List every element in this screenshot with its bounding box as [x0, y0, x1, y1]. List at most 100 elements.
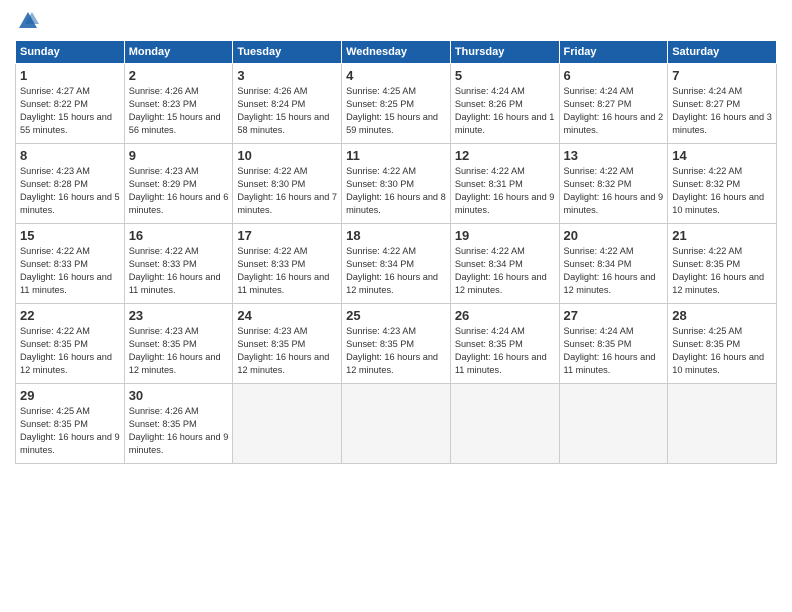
sunset-label: Sunset: 8:35 PM: [346, 339, 414, 349]
calendar-cell: 24Sunrise: 4:23 AMSunset: 8:35 PMDayligh…: [233, 304, 342, 384]
daylight-label: Daylight: 16 hours and 11 minutes.: [237, 272, 329, 295]
daylight-label: Daylight: 16 hours and 11 minutes.: [20, 272, 112, 295]
cell-info: Sunrise: 4:25 AMSunset: 8:35 PMDaylight:…: [672, 325, 772, 377]
sunrise-label: Sunrise: 4:24 AM: [455, 326, 525, 336]
sunrise-label: Sunrise: 4:25 AM: [346, 86, 416, 96]
daylight-label: Daylight: 16 hours and 1 minute.: [455, 112, 555, 135]
cell-info: Sunrise: 4:22 AMSunset: 8:33 PMDaylight:…: [20, 245, 120, 297]
sunrise-label: Sunrise: 4:27 AM: [20, 86, 90, 96]
cell-info: Sunrise: 4:26 AMSunset: 8:23 PMDaylight:…: [129, 85, 229, 137]
sunrise-label: Sunrise: 4:23 AM: [20, 166, 90, 176]
day-number: 15: [20, 228, 120, 243]
day-number: 14: [672, 148, 772, 163]
sunset-label: Sunset: 8:33 PM: [129, 259, 197, 269]
cell-info: Sunrise: 4:22 AMSunset: 8:31 PMDaylight:…: [455, 165, 555, 217]
daylight-label: Daylight: 16 hours and 12 minutes.: [20, 352, 112, 375]
sunset-label: Sunset: 8:30 PM: [237, 179, 305, 189]
calendar-cell: 6Sunrise: 4:24 AMSunset: 8:27 PMDaylight…: [559, 64, 668, 144]
logo: [15, 10, 39, 32]
cell-info: Sunrise: 4:24 AMSunset: 8:35 PMDaylight:…: [564, 325, 664, 377]
calendar-cell: [342, 384, 451, 464]
calendar-cell: 21Sunrise: 4:22 AMSunset: 8:35 PMDayligh…: [668, 224, 777, 304]
daylight-label: Daylight: 16 hours and 10 minutes.: [672, 192, 764, 215]
sunset-label: Sunset: 8:35 PM: [20, 339, 88, 349]
sunset-label: Sunset: 8:22 PM: [20, 99, 88, 109]
sunset-label: Sunset: 8:27 PM: [564, 99, 632, 109]
sunrise-label: Sunrise: 4:26 AM: [237, 86, 307, 96]
calendar-cell: 9Sunrise: 4:23 AMSunset: 8:29 PMDaylight…: [124, 144, 233, 224]
sunrise-label: Sunrise: 4:25 AM: [672, 326, 742, 336]
sunrise-label: Sunrise: 4:22 AM: [564, 166, 634, 176]
sunset-label: Sunset: 8:25 PM: [346, 99, 414, 109]
cell-info: Sunrise: 4:23 AMSunset: 8:29 PMDaylight:…: [129, 165, 229, 217]
calendar-body: 1Sunrise: 4:27 AMSunset: 8:22 PMDaylight…: [16, 64, 777, 464]
logo-icon: [17, 10, 39, 32]
calendar-week-0: 1Sunrise: 4:27 AMSunset: 8:22 PMDaylight…: [16, 64, 777, 144]
sunrise-label: Sunrise: 4:22 AM: [346, 166, 416, 176]
day-number: 6: [564, 68, 664, 83]
calendar-cell: 14 Sunrise: 4:22 AMSunset: 8:32 PMDayligh…: [668, 144, 777, 224]
sunset-label: Sunset: 8:35 PM: [455, 339, 523, 349]
cell-info: Sunrise: 4:23 AMSunset: 8:28 PMDaylight:…: [20, 165, 120, 217]
sunset-label: Sunset: 8:32 PM: [564, 179, 632, 189]
calendar-header-wednesday: Wednesday: [342, 41, 451, 64]
daylight-label: Daylight: 16 hours and 8 minutes.: [346, 192, 446, 215]
daylight-label: Daylight: 15 hours and 58 minutes.: [237, 112, 329, 135]
calendar-cell: [559, 384, 668, 464]
day-number: 26: [455, 308, 555, 323]
day-number: 17: [237, 228, 337, 243]
daylight-label: Daylight: 16 hours and 11 minutes.: [564, 352, 656, 375]
calendar-cell: 4Sunrise: 4:25 AMSunset: 8:25 PMDaylight…: [342, 64, 451, 144]
calendar-cell: 26Sunrise: 4:24 AMSunset: 8:35 PMDayligh…: [450, 304, 559, 384]
cell-info: Sunrise: 4:25 AMSunset: 8:35 PMDaylight:…: [20, 405, 120, 457]
day-number: 30: [129, 388, 229, 403]
calendar-cell: 23Sunrise: 4:23 AMSunset: 8:35 PMDayligh…: [124, 304, 233, 384]
cell-info: Sunrise: 4:22 AMSunset: 8:34 PMDaylight:…: [455, 245, 555, 297]
sunset-label: Sunset: 8:34 PM: [455, 259, 523, 269]
calendar-cell: 22 Sunrise: 4:22 AMSunset: 8:35 PMDayligh…: [16, 304, 125, 384]
calendar-cell: 27Sunrise: 4:24 AMSunset: 8:35 PMDayligh…: [559, 304, 668, 384]
calendar-cell: 12 Sunrise: 4:22 AMSunset: 8:31 PMDayligh…: [450, 144, 559, 224]
daylight-label: Daylight: 16 hours and 7 minutes.: [237, 192, 337, 215]
daylight-label: Daylight: 16 hours and 12 minutes.: [129, 352, 221, 375]
sunrise-label: Sunrise: 4:24 AM: [455, 86, 525, 96]
cell-info: Sunrise: 4:25 AMSunset: 8:25 PMDaylight:…: [346, 85, 446, 137]
calendar-cell: [233, 384, 342, 464]
day-number: 29: [20, 388, 120, 403]
sunset-label: Sunset: 8:26 PM: [455, 99, 523, 109]
day-number: 10: [237, 148, 337, 163]
sunset-label: Sunset: 8:35 PM: [20, 419, 88, 429]
daylight-label: Daylight: 16 hours and 9 minutes.: [20, 432, 120, 455]
cell-info: Sunrise: 4:22 AMSunset: 8:34 PMDaylight:…: [564, 245, 664, 297]
sunset-label: Sunset: 8:32 PM: [672, 179, 740, 189]
daylight-label: Daylight: 16 hours and 2 minutes.: [564, 112, 664, 135]
day-number: 22: [20, 308, 120, 323]
calendar-cell: 8Sunrise: 4:23 AMSunset: 8:28 PMDaylight…: [16, 144, 125, 224]
day-number: 5: [455, 68, 555, 83]
day-number: 18: [346, 228, 446, 243]
header: [15, 10, 777, 32]
daylight-label: Daylight: 15 hours and 56 minutes.: [129, 112, 221, 135]
day-number: 11: [346, 148, 446, 163]
cell-info: Sunrise: 4:23 AMSunset: 8:35 PMDaylight:…: [237, 325, 337, 377]
cell-info: Sunrise: 4:22 AMSunset: 8:35 PMDaylight:…: [672, 245, 772, 297]
day-number: 2: [129, 68, 229, 83]
sunset-label: Sunset: 8:24 PM: [237, 99, 305, 109]
cell-info: Sunrise: 4:22 AMSunset: 8:35 PMDaylight:…: [20, 325, 120, 377]
cell-info: Sunrise: 4:24 AM Sunset: 8:26 PM Daylight:…: [455, 85, 555, 137]
cell-info: Sunrise: 4:22 AMSunset: 8:30 PMDaylight:…: [346, 165, 446, 217]
cell-info: Sunrise: 4:22 AMSunset: 8:34 PMDaylight:…: [346, 245, 446, 297]
calendar-cell: 3Sunrise: 4:26 AMSunset: 8:24 PMDaylight…: [233, 64, 342, 144]
day-number: 12: [455, 148, 555, 163]
calendar-cell: 1Sunrise: 4:27 AMSunset: 8:22 PMDaylight…: [16, 64, 125, 144]
sunrise-label: Sunrise: 4:22 AM: [20, 246, 90, 256]
day-number: 16: [129, 228, 229, 243]
sunrise-label: Sunrise: 4:22 AM: [346, 246, 416, 256]
cell-info: Sunrise: 4:27 AMSunset: 8:22 PMDaylight:…: [20, 85, 120, 137]
sunset-label: Sunset: 8:34 PM: [346, 259, 414, 269]
day-number: 13: [564, 148, 664, 163]
cell-info: Sunrise: 4:22 AMSunset: 8:32 PMDaylight:…: [672, 165, 772, 217]
sunrise-label: Sunrise: 4:26 AM: [129, 86, 199, 96]
sunrise-label: Sunrise: 4:22 AM: [564, 246, 634, 256]
sunrise-label: Sunrise: 4:22 AM: [672, 246, 742, 256]
